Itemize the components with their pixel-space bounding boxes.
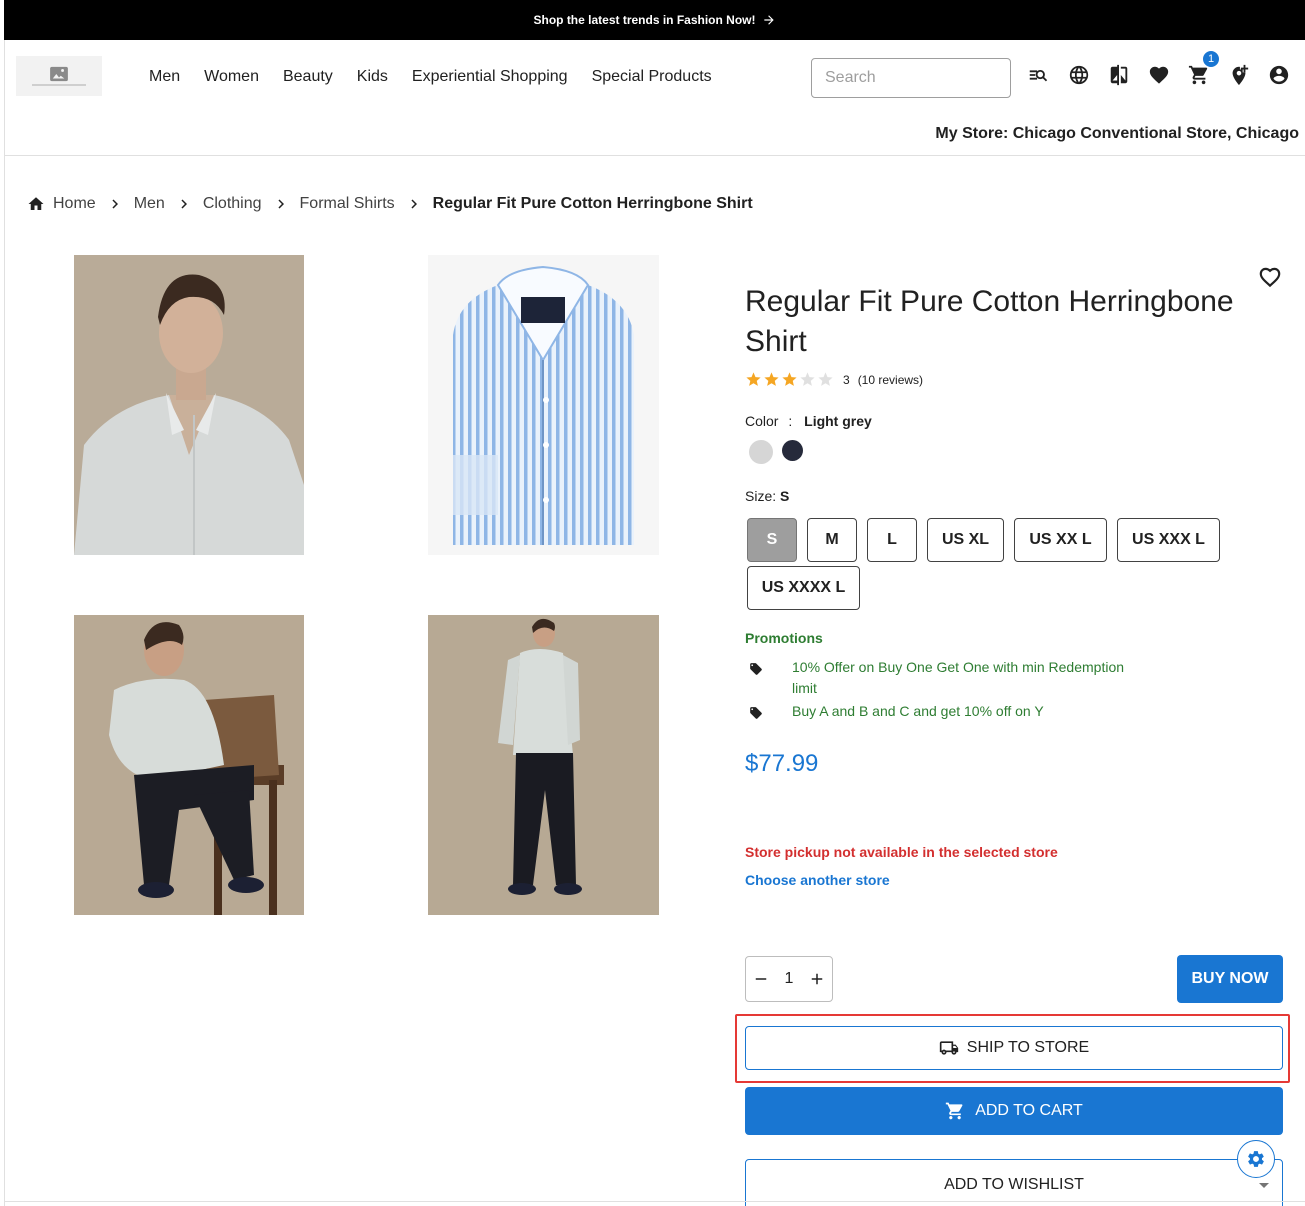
main-nav: Men Women Beauty Kids Experiential Shopp…	[137, 66, 724, 88]
search-list-icon	[1029, 69, 1048, 82]
promotion-text: 10% Offer on Buy One Get One with min Re…	[792, 659, 1125, 696]
size-option-us-xxx-l[interactable]: US XXX L	[1117, 518, 1220, 562]
breadcrumb: Home Men Clothing Formal Shirts Regular …	[27, 195, 753, 213]
wishlist-header-button[interactable]	[1146, 62, 1172, 88]
chevron-right-icon	[112, 199, 118, 209]
color-selected: Light grey	[804, 413, 872, 429]
product-image-model-standing[interactable]	[428, 615, 659, 915]
size-option-l[interactable]: L	[867, 518, 917, 562]
promo-banner[interactable]: Shop the latest trends in Fashion Now!	[4, 0, 1305, 40]
ship-to-store-button[interactable]: SHIP TO STORE	[745, 1026, 1283, 1070]
color-row: Color : Light grey	[745, 413, 872, 429]
compare-icon	[1110, 64, 1128, 86]
account-button[interactable]	[1266, 62, 1292, 88]
my-store-label[interactable]: My Store: Chicago Conventional Store, Ch…	[935, 125, 1299, 143]
search-input[interactable]	[811, 58, 1011, 98]
header-divider	[4, 155, 1305, 156]
product-image-folded-shirt[interactable]	[428, 255, 659, 555]
size-option-s[interactable]: S	[747, 518, 797, 562]
heart-icon	[1149, 66, 1169, 84]
search-list-button[interactable]	[1025, 62, 1051, 88]
breadcrumb-men[interactable]: Men	[134, 195, 165, 213]
promotion-text: Buy A and B and C and get 10% off on Y	[792, 703, 1044, 719]
caret-down-icon[interactable]	[1257, 1180, 1271, 1190]
star-filled-icon	[746, 372, 761, 386]
product-title: Regular Fit Pure Cotton Herringbone Shir…	[745, 285, 1234, 358]
cart-count-badge: 1	[1202, 50, 1220, 68]
size-label-text: Size:	[745, 488, 777, 504]
nav-item-women[interactable]: Women	[192, 66, 271, 88]
quantity-value[interactable]: 1	[785, 970, 794, 988]
minus-icon[interactable]	[752, 970, 770, 988]
nav-item-experiential-shopping[interactable]: Experiential Shopping	[400, 66, 580, 88]
size-option-us-xxxx-l[interactable]: US XXXX L	[747, 566, 860, 610]
plus-icon[interactable]	[808, 970, 826, 988]
gear-icon	[1248, 1151, 1264, 1167]
promotion-item: 10% Offer on Buy One Get One with min Re…	[749, 657, 1132, 699]
store-pickup-warning: Store pickup not available in the select…	[745, 844, 1058, 860]
rating-value: 3	[843, 372, 850, 387]
compare-button[interactable]	[1106, 62, 1132, 88]
color-label: Color	[745, 413, 779, 429]
location-add-icon	[1232, 64, 1249, 86]
size-option-m[interactable]: M	[807, 518, 857, 562]
arrow-right-icon	[763, 15, 774, 25]
language-button[interactable]	[1066, 62, 1092, 88]
size-option-us-xx-l[interactable]: US XX L	[1014, 518, 1107, 562]
add-to-cart-button[interactable]: ADD TO CART	[745, 1087, 1283, 1135]
product-image-model-seated[interactable]	[74, 615, 304, 915]
nav-item-beauty[interactable]: Beauty	[271, 66, 345, 88]
breadcrumb-home[interactable]: Home	[53, 195, 96, 213]
logo-text-placeholder	[32, 84, 86, 86]
chevron-right-icon	[277, 199, 284, 209]
ship-to-store-label: SHIP TO STORE	[966, 1039, 1090, 1056]
product-rating[interactable]: 3 (10 reviews)	[745, 371, 923, 388]
tag-icon	[750, 663, 762, 675]
star-filled-icon	[782, 372, 797, 386]
promotion-item: Buy A and B and C and get 10% off on Y	[749, 701, 1132, 722]
tag-icon	[750, 707, 762, 719]
star-filled-icon	[764, 372, 779, 386]
product-image-model-closeup[interactable]	[74, 255, 304, 555]
product-price: $77.99	[745, 750, 819, 777]
size-selected: S	[780, 488, 790, 504]
heart-outline-icon	[1259, 267, 1281, 288]
settings-fab[interactable]	[1237, 1140, 1275, 1178]
size-label: Size: S	[745, 488, 789, 504]
logo[interactable]	[16, 56, 102, 96]
nav-item-special-products[interactable]: Special Products	[580, 66, 724, 88]
quantity-stepper: 1	[745, 956, 833, 1002]
breadcrumb-clothing[interactable]: Clothing	[203, 195, 262, 213]
star-empty-icon	[818, 372, 833, 386]
home-icon	[28, 197, 44, 210]
chevron-right-icon	[411, 199, 417, 209]
cart-icon	[946, 1102, 963, 1120]
breadcrumb-formal-shirts[interactable]: Formal Shirts	[300, 195, 395, 213]
promotions-title: Promotions	[745, 630, 823, 646]
add-to-wishlist-button[interactable]: ADD TO WISHLIST	[745, 1159, 1283, 1206]
breadcrumb-current: Regular Fit Pure Cotton Herringbone Shir…	[432, 195, 753, 212]
store-locator-button[interactable]	[1226, 62, 1252, 88]
nav-item-men[interactable]: Men	[137, 66, 192, 88]
globe-icon	[1069, 65, 1089, 85]
color-swatch-navy[interactable]	[782, 440, 803, 461]
size-option-us-xl[interactable]: US XL	[927, 518, 1004, 562]
color-separator: :	[788, 413, 793, 429]
buy-now-button[interactable]: BUY NOW	[1177, 955, 1283, 1003]
chevron-right-icon	[181, 199, 187, 209]
choose-another-store-link[interactable]: Choose another store	[745, 872, 890, 888]
truck-icon	[939, 1041, 958, 1055]
promo-banner-text: Shop the latest trends in Fashion Now!	[533, 13, 756, 27]
image-placeholder-icon	[50, 66, 68, 82]
star-empty-icon	[800, 372, 815, 386]
review-count[interactable]: (10 reviews)	[858, 373, 923, 387]
page-bottom-divider	[4, 1201, 1305, 1202]
favorite-toggle[interactable]	[1257, 264, 1283, 290]
account-icon	[1269, 65, 1289, 85]
color-swatch-light-grey[interactable]	[749, 440, 773, 464]
add-to-cart-label: ADD TO CART	[975, 1102, 1083, 1119]
nav-item-kids[interactable]: Kids	[345, 66, 400, 88]
